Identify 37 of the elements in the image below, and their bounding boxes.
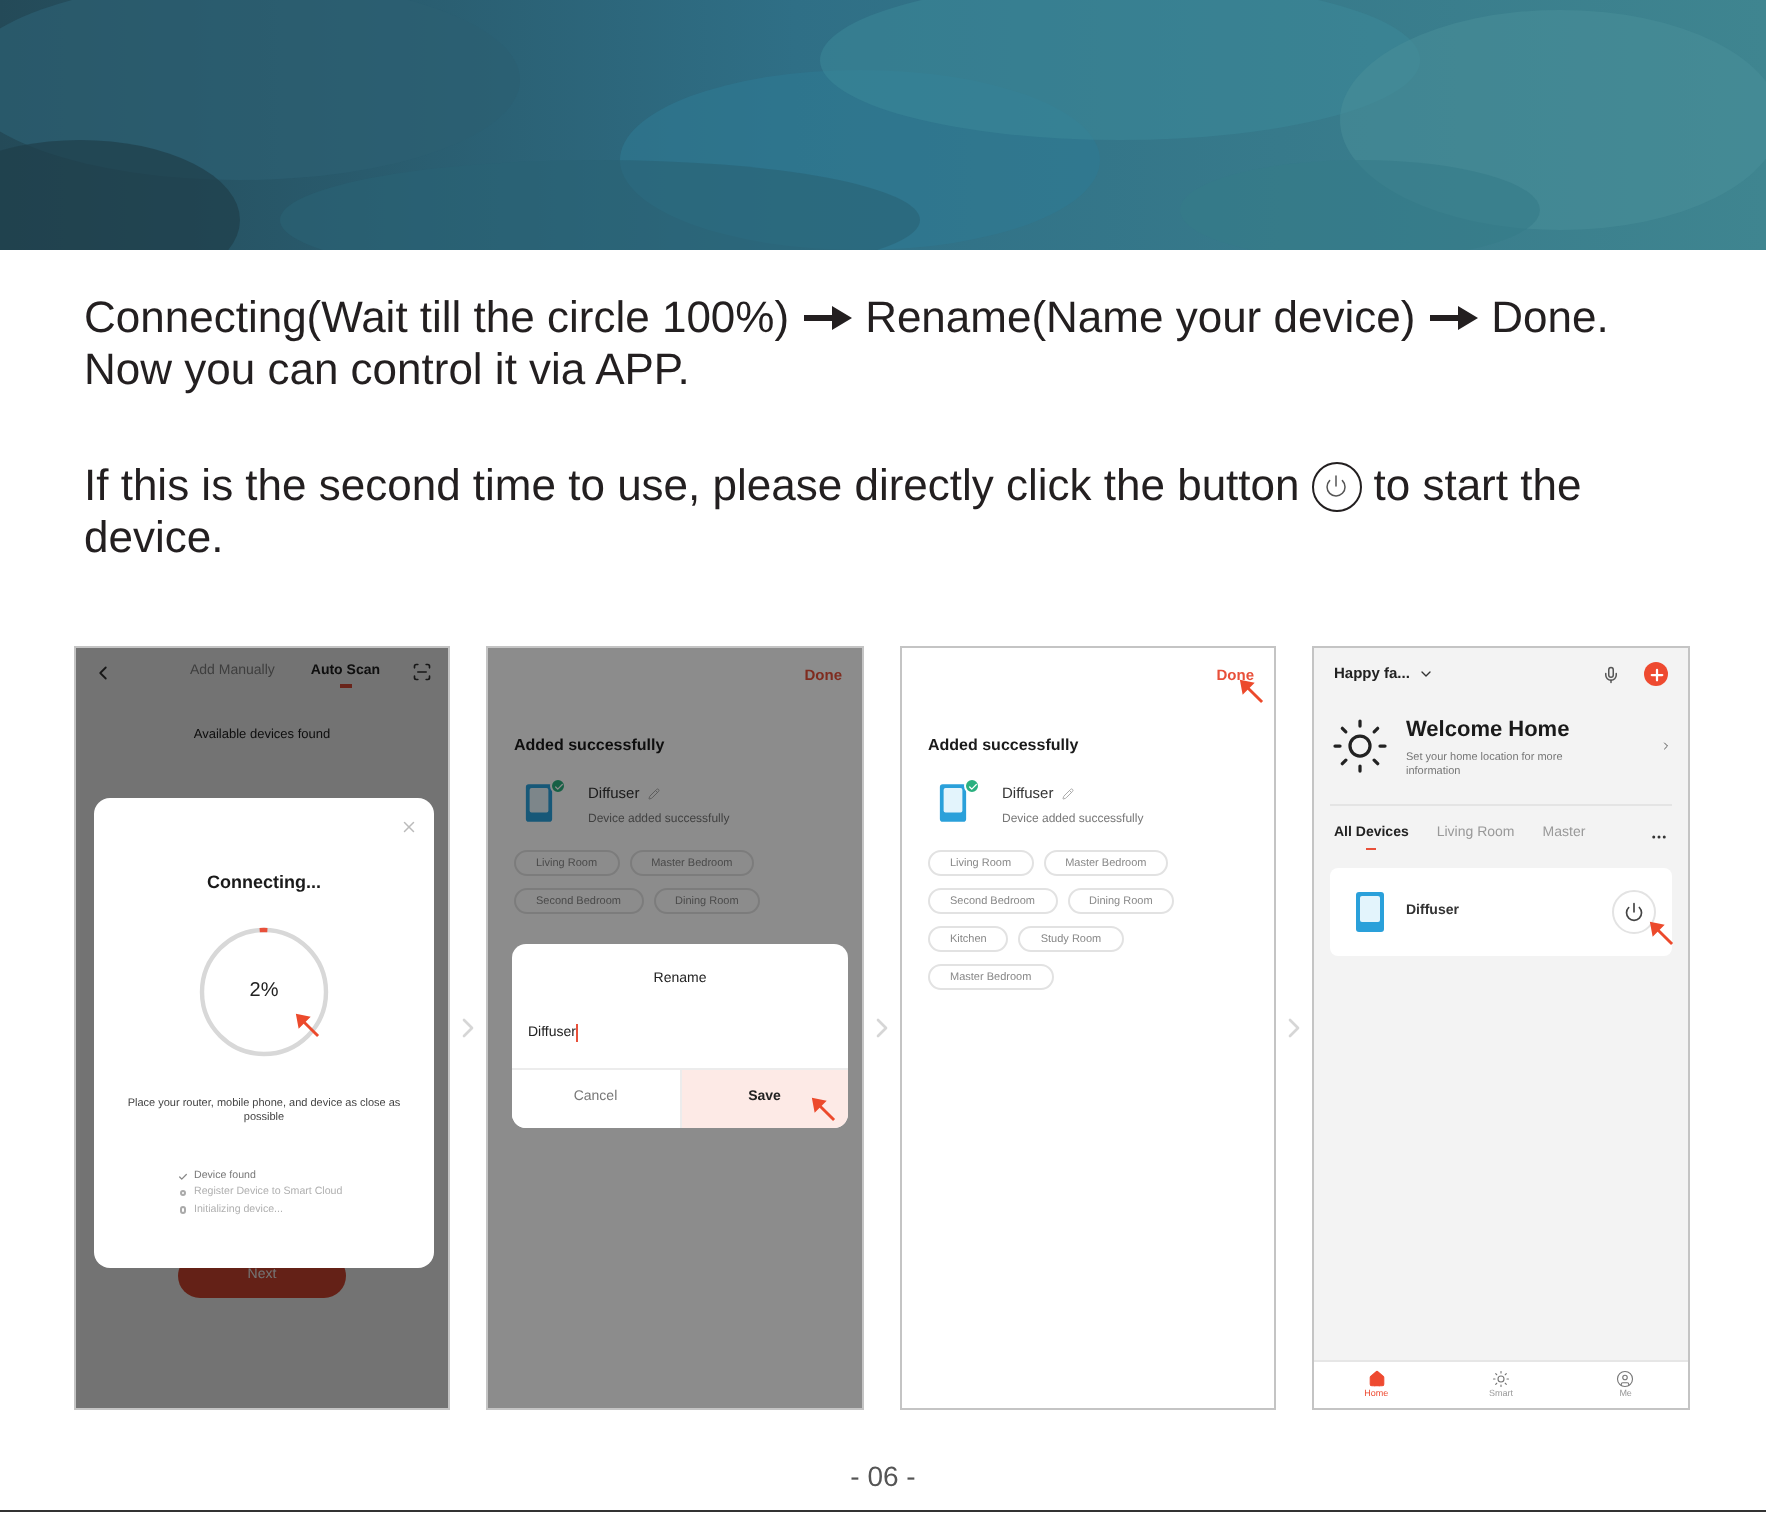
sun-icon (1330, 716, 1390, 777)
power-button-icon (1311, 461, 1362, 511)
progress-text: 2% (249, 978, 279, 1006)
sun-icon (1491, 1370, 1510, 1388)
home-icon (1367, 1370, 1386, 1388)
success-badge-icon (550, 778, 566, 795)
chevron-down-icon[interactable] (1417, 666, 1434, 682)
scan-icon[interactable] (412, 662, 432, 682)
dialog-title: Connecting... (207, 870, 321, 896)
pointer-arrow-icon (1238, 678, 1264, 704)
arrow-right-icon (801, 304, 854, 332)
page-number: - 06 - (850, 1458, 916, 1496)
pointer-arrow-icon (1648, 920, 1674, 946)
screen-title: Added successfully (514, 734, 667, 759)
hint-text: If this is the second time to use, please directly click the button (84, 460, 1300, 512)
screen-title: Added successfully (928, 734, 1081, 759)
hint-text: device. (84, 512, 224, 562)
steps-note: Now you can control it via APP. (84, 344, 690, 394)
user-icon (1616, 1370, 1635, 1388)
step-text: Rename(Name your device) (865, 292, 1416, 344)
welcome-title: Welcome Home (1406, 716, 1572, 746)
diffuser-icon (1354, 890, 1386, 934)
chevron-right-icon[interactable] (1660, 740, 1672, 753)
microphone-icon[interactable] (1602, 665, 1620, 683)
step-text: Connecting(Wait till the circle 100%) (84, 292, 790, 344)
pointer-arrow-icon (810, 1096, 836, 1122)
pointer-arrow-icon (294, 1011, 320, 1037)
success-badge-icon (964, 778, 980, 795)
arrow-right-icon (1427, 304, 1480, 332)
diffuser-icon (524, 782, 554, 825)
progress-ring (198, 925, 330, 1057)
hint-text: to start the (1373, 460, 1582, 512)
power-icon (1624, 902, 1644, 922)
add-icon[interactable] (1644, 662, 1668, 686)
diffuser-icon (938, 782, 968, 825)
pencil-icon[interactable] (1061, 787, 1074, 800)
step-text: Done. (1491, 292, 1609, 344)
